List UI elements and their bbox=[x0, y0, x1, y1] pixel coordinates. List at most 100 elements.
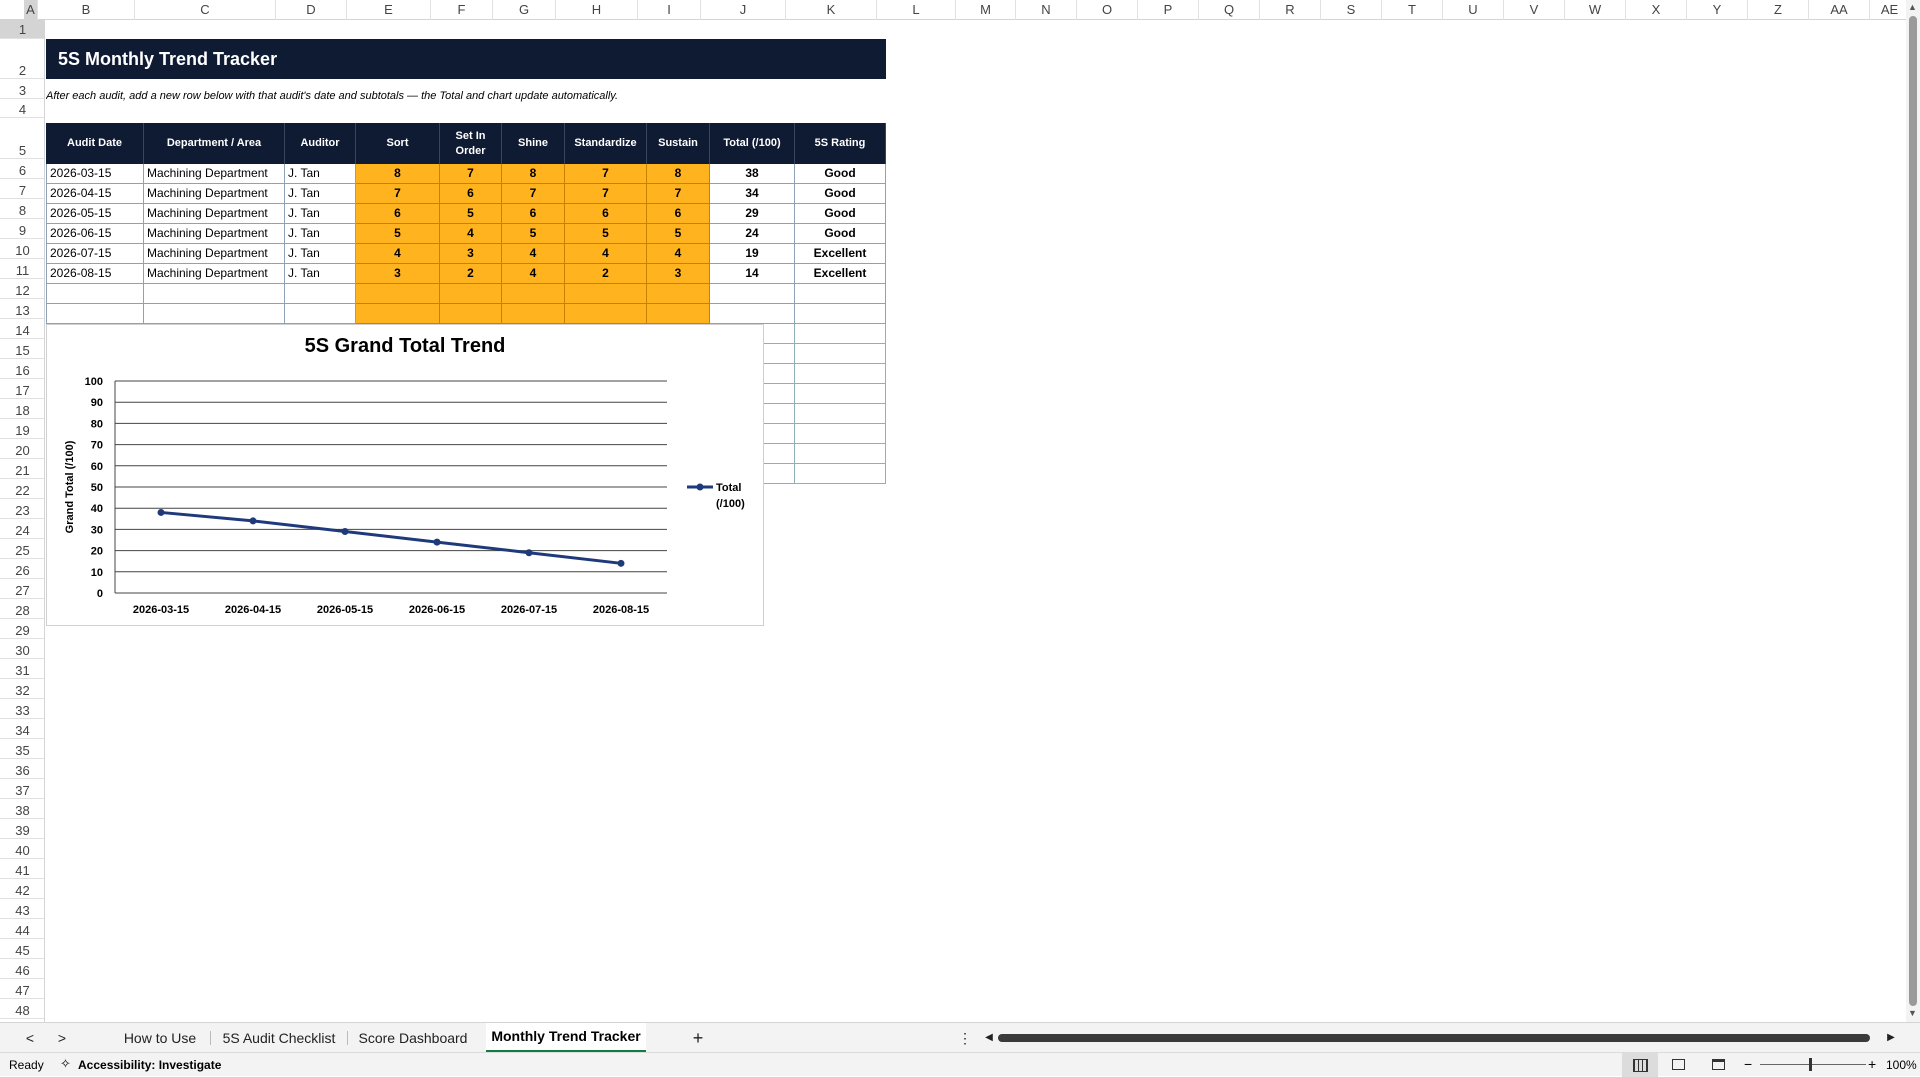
row-header[interactable]: 47 bbox=[0, 979, 44, 999]
empty-cell[interactable] bbox=[795, 344, 886, 364]
table-cell[interactable]: 4 bbox=[502, 244, 565, 264]
column-header[interactable]: L bbox=[877, 0, 956, 20]
table-cell[interactable]: Excellent bbox=[795, 244, 886, 264]
empty-cell[interactable] bbox=[356, 304, 440, 324]
column-header[interactable]: N bbox=[1016, 0, 1077, 20]
row-header[interactable]: 28 bbox=[0, 599, 44, 619]
table-cell[interactable]: 3 bbox=[647, 264, 710, 284]
empty-cell[interactable] bbox=[356, 284, 440, 304]
row-header[interactable]: 22 bbox=[0, 479, 44, 499]
row-header[interactable]: 8 bbox=[0, 199, 44, 219]
column-header[interactable]: W bbox=[1565, 0, 1626, 20]
column-header[interactable]: AE bbox=[1870, 0, 1910, 20]
row-header[interactable]: 35 bbox=[0, 739, 44, 759]
row-header[interactable]: 15 bbox=[0, 339, 44, 359]
table-cell[interactable]: Machining Department bbox=[144, 204, 285, 224]
table-cell[interactable]: 24 bbox=[710, 224, 795, 244]
row-header[interactable]: 31 bbox=[0, 659, 44, 679]
column-header[interactable]: T bbox=[1382, 0, 1443, 20]
row-header[interactable]: 21 bbox=[0, 459, 44, 479]
table-cell[interactable]: 7 bbox=[356, 184, 440, 204]
row-header[interactable]: 25 bbox=[0, 539, 44, 559]
tab-5s-audit-checklist[interactable]: 5S Audit Checklist bbox=[211, 1023, 347, 1053]
empty-cell[interactable] bbox=[502, 284, 565, 304]
horizontal-scroll-thumb[interactable] bbox=[998, 1034, 1870, 1042]
empty-cell[interactable] bbox=[795, 324, 886, 344]
table-cell[interactable]: Machining Department bbox=[144, 244, 285, 264]
row-header[interactable]: 24 bbox=[0, 519, 44, 539]
table-cell[interactable]: 6 bbox=[440, 184, 502, 204]
column-header[interactable]: M bbox=[956, 0, 1016, 20]
empty-cell[interactable] bbox=[144, 304, 285, 324]
empty-cell[interactable] bbox=[565, 284, 647, 304]
row-header[interactable]: 6 bbox=[0, 159, 44, 179]
table-cell[interactable]: 29 bbox=[710, 204, 795, 224]
row-header[interactable]: 20 bbox=[0, 439, 44, 459]
table-cell[interactable]: 6 bbox=[502, 204, 565, 224]
column-header[interactable]: G bbox=[493, 0, 556, 20]
row-header[interactable]: 18 bbox=[0, 399, 44, 419]
column-header[interactable]: S bbox=[1321, 0, 1382, 20]
zoom-slider[interactable] bbox=[1760, 1064, 1866, 1065]
row-header[interactable]: 9 bbox=[0, 219, 44, 239]
table-cell[interactable]: 7 bbox=[565, 164, 647, 184]
scroll-up-icon[interactable]: ▲ bbox=[1908, 2, 1917, 12]
table-cell[interactable]: 4 bbox=[356, 244, 440, 264]
table-cell[interactable]: J. Tan bbox=[285, 244, 356, 264]
empty-cell[interactable] bbox=[46, 304, 144, 324]
tab-score-dashboard[interactable]: Score Dashboard bbox=[348, 1023, 478, 1053]
page-layout-view-icon[interactable] bbox=[1672, 1059, 1685, 1070]
column-header[interactable]: K bbox=[786, 0, 877, 20]
table-cell[interactable]: 6 bbox=[356, 204, 440, 224]
empty-cell[interactable] bbox=[440, 304, 502, 324]
table-cell[interactable]: Machining Department bbox=[144, 264, 285, 284]
column-header[interactable]: Z bbox=[1748, 0, 1809, 20]
table-cell[interactable]: 4 bbox=[647, 244, 710, 264]
tab-monthly-trend-tracker[interactable]: Monthly Trend Tracker bbox=[486, 1023, 646, 1053]
tab-scroll-right-icon[interactable]: > bbox=[52, 1023, 72, 1053]
empty-cell[interactable] bbox=[285, 304, 356, 324]
row-header[interactable]: 48 bbox=[0, 999, 44, 1019]
page-break-view-icon[interactable] bbox=[1712, 1059, 1725, 1070]
column-header[interactable]: P bbox=[1138, 0, 1199, 20]
column-header[interactable]: V bbox=[1504, 0, 1565, 20]
zoom-level[interactable]: 100% bbox=[1886, 1058, 1917, 1072]
table-cell[interactable]: Good bbox=[795, 184, 886, 204]
empty-cell[interactable] bbox=[795, 464, 886, 484]
table-cell[interactable]: 2 bbox=[565, 264, 647, 284]
empty-cell[interactable] bbox=[710, 304, 795, 324]
table-cell[interactable]: 7 bbox=[647, 184, 710, 204]
table-cell[interactable]: Machining Department bbox=[144, 184, 285, 204]
row-header[interactable]: 13 bbox=[0, 299, 44, 319]
empty-cell[interactable] bbox=[46, 284, 144, 304]
row-header[interactable]: 33 bbox=[0, 699, 44, 719]
table-cell[interactable]: J. Tan bbox=[285, 204, 356, 224]
column-header[interactable]: E bbox=[347, 0, 431, 20]
column-header[interactable]: C bbox=[135, 0, 276, 20]
hscroll-right-icon[interactable]: ▶ bbox=[1884, 1023, 1898, 1053]
empty-cell[interactable] bbox=[647, 284, 710, 304]
column-header[interactable]: Y bbox=[1687, 0, 1748, 20]
row-header[interactable]: 36 bbox=[0, 759, 44, 779]
add-sheet-button[interactable]: + bbox=[686, 1023, 710, 1053]
row-header[interactable]: 3 bbox=[0, 79, 44, 99]
column-header[interactable]: H bbox=[556, 0, 638, 20]
row-header[interactable]: 4 bbox=[0, 99, 44, 118]
table-cell[interactable]: 3 bbox=[356, 264, 440, 284]
empty-cell[interactable] bbox=[795, 444, 886, 464]
table-cell[interactable]: 2026-04-15 bbox=[46, 184, 144, 204]
table-cell[interactable]: 6 bbox=[565, 204, 647, 224]
row-header[interactable]: 10 bbox=[0, 239, 44, 259]
empty-cell[interactable] bbox=[285, 284, 356, 304]
table-cell[interactable]: 7 bbox=[565, 184, 647, 204]
table-cell[interactable]: 8 bbox=[356, 164, 440, 184]
column-header[interactable]: D bbox=[276, 0, 347, 20]
column-header[interactable]: I bbox=[638, 0, 701, 20]
table-cell[interactable]: Good bbox=[795, 204, 886, 224]
row-header[interactable]: 2 bbox=[0, 39, 44, 79]
zoom-in-button[interactable]: + bbox=[1868, 1056, 1876, 1072]
table-cell[interactable]: 14 bbox=[710, 264, 795, 284]
empty-cell[interactable] bbox=[502, 304, 565, 324]
column-header[interactable]: U bbox=[1443, 0, 1504, 20]
table-cell[interactable]: 5 bbox=[440, 204, 502, 224]
